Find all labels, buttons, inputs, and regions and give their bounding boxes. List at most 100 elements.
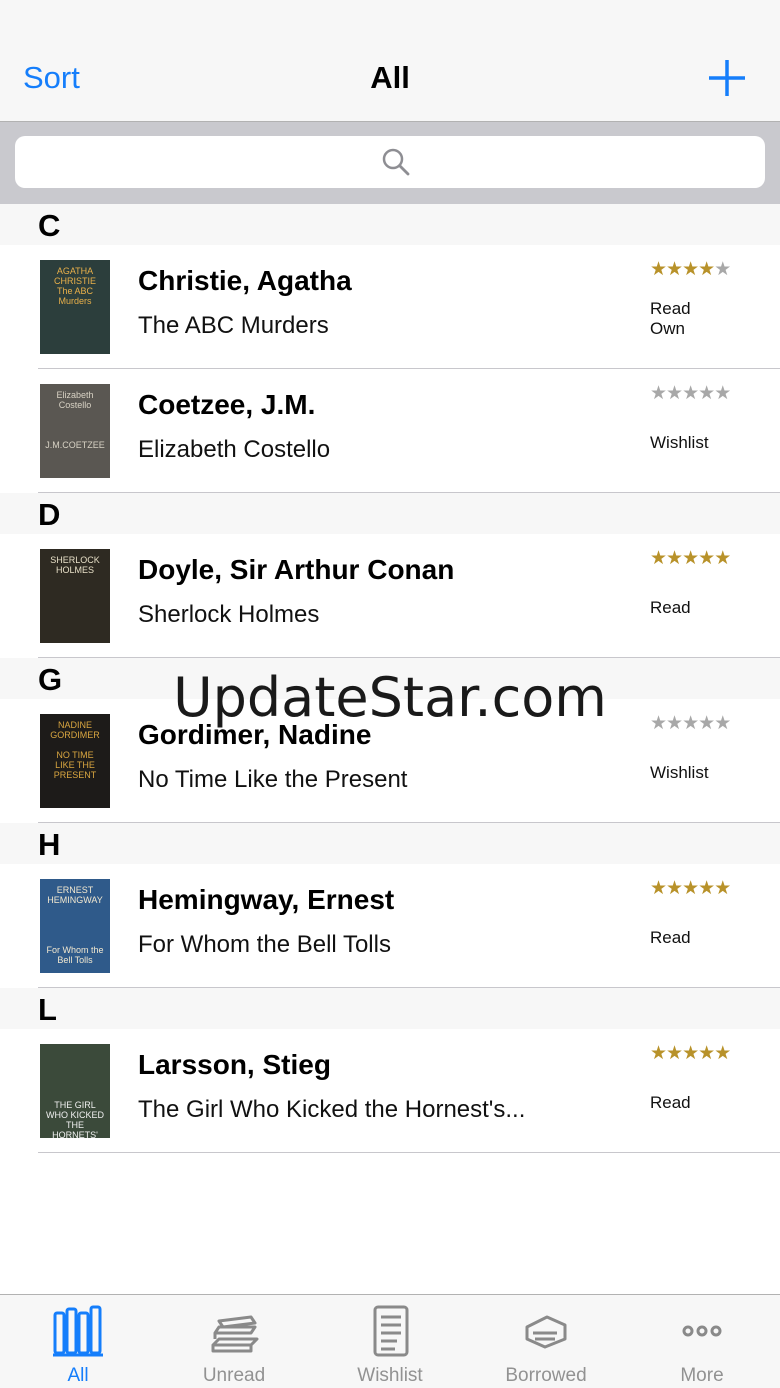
star-rating[interactable]: ★★★★★ bbox=[650, 1042, 731, 1065]
star-icon: ★ bbox=[698, 878, 715, 899]
star-icon: ★ bbox=[682, 878, 699, 899]
status-label: Read bbox=[650, 299, 691, 318]
star-icon: ★ bbox=[666, 878, 683, 899]
book-cover-image: AGATHA CHRISTIE The ABC Murders bbox=[40, 260, 110, 354]
book-cover-lettering: ERNEST HEMINGWAY For Whom the Bell Tolls bbox=[46, 885, 104, 965]
star-icon: ★ bbox=[698, 383, 715, 404]
section-header: L bbox=[0, 988, 780, 1029]
book-title: Elizabeth Costello bbox=[138, 436, 331, 463]
book-row[interactable]: Elizabeth Costello J.M.COETZEE Coetzee, J… bbox=[0, 369, 780, 493]
tab-wishlist[interactable]: Wishlist bbox=[312, 1295, 468, 1388]
section-letter: C bbox=[38, 208, 61, 243]
tab-unread[interactable]: Unread bbox=[156, 1295, 312, 1388]
status-label: Wishlist bbox=[650, 433, 709, 452]
star-icon: ★ bbox=[650, 383, 667, 404]
book-author: Christie, Agatha bbox=[138, 265, 352, 296]
book-row[interactable]: SHERLOCK HOLMES Doyle, Sir Arthur Conan Sh… bbox=[0, 534, 780, 658]
book-cover-image: SHERLOCK HOLMES bbox=[40, 549, 110, 643]
star-icon: ★ bbox=[682, 1043, 699, 1064]
star-icon: ★ bbox=[714, 878, 731, 899]
book-title: No Time Like the Present bbox=[138, 766, 408, 793]
star-rating[interactable]: ★★★★★ bbox=[650, 877, 731, 900]
book-cover-image: Elizabeth Costello J.M.COETZEE bbox=[40, 384, 110, 478]
book-stack-icon bbox=[211, 1315, 259, 1353]
star-icon: ★ bbox=[666, 548, 683, 569]
star-icon: ★ bbox=[666, 259, 683, 280]
navigation-bar: Sort All bbox=[0, 0, 780, 122]
tab-label: Unread bbox=[202, 1365, 266, 1386]
star-icon: ★ bbox=[650, 878, 667, 899]
star-icon: ★ bbox=[698, 548, 715, 569]
book-cover-lettering: Elizabeth Costello J.M.COETZEE bbox=[45, 390, 105, 450]
checklist-icon bbox=[373, 1305, 409, 1357]
star-rating[interactable]: ★★★★★ bbox=[650, 382, 731, 405]
book-row[interactable]: THE GIRL WHO KICKED THE HORNETS' NEST ST… bbox=[0, 1029, 780, 1153]
books-shelf-icon bbox=[53, 1305, 103, 1357]
hand-book-icon bbox=[525, 1315, 567, 1349]
status-label: Wishlist bbox=[650, 763, 709, 782]
plus-icon[interactable] bbox=[707, 58, 747, 98]
star-icon: ★ bbox=[666, 383, 683, 404]
book-cover-image: ERNEST HEMINGWAY For Whom the Bell Tolls bbox=[40, 879, 110, 973]
book-author: Larsson, Stieg bbox=[138, 1049, 331, 1080]
book-status: Wishlist bbox=[650, 763, 709, 783]
star-icon: ★ bbox=[714, 383, 731, 404]
star-icon: ★ bbox=[650, 259, 667, 280]
book-row[interactable]: ERNEST HEMINGWAY For Whom the Bell Tolls… bbox=[0, 864, 780, 988]
book-title: The Girl Who Kicked the Hornest's... bbox=[138, 1096, 526, 1123]
tab-all[interactable]: All bbox=[0, 1295, 156, 1388]
star-icon: ★ bbox=[714, 548, 731, 569]
tab-label: Borrowed bbox=[505, 1365, 587, 1386]
book-status: Read bbox=[650, 928, 691, 948]
book-cover-image: THE GIRL WHO KICKED THE HORNETS' NEST ST… bbox=[40, 1044, 110, 1138]
book-status: Wishlist bbox=[650, 433, 709, 453]
tab-label: All bbox=[67, 1365, 89, 1386]
book-cover-lettering: NADINE GORDIMER NO TIME LIKE THE PRESENT bbox=[50, 720, 100, 780]
section-letter: L bbox=[38, 992, 57, 1027]
status-label: Own bbox=[650, 319, 685, 338]
page-title: All bbox=[370, 60, 410, 95]
book-author: Coetzee, J.M. bbox=[138, 389, 316, 420]
star-icon: ★ bbox=[682, 259, 699, 280]
book-row[interactable]: AGATHA CHRISTIE The ABC Murders Christie,… bbox=[0, 245, 780, 369]
search-input[interactable] bbox=[15, 136, 765, 188]
tab-label: Wishlist bbox=[357, 1365, 423, 1386]
section-letter: D bbox=[38, 497, 61, 532]
book-title: Sherlock Holmes bbox=[138, 601, 320, 628]
status-label: Read bbox=[650, 928, 691, 947]
tab-label: More bbox=[680, 1365, 724, 1386]
star-icon: ★ bbox=[698, 259, 715, 280]
star-icon: ★ bbox=[714, 1043, 731, 1064]
search-icon bbox=[382, 148, 410, 176]
tab-more[interactable]: More bbox=[624, 1295, 780, 1388]
star-icon: ★ bbox=[714, 259, 731, 280]
star-rating[interactable]: ★★★★★ bbox=[650, 547, 731, 570]
book-author: Hemingway, Ernest bbox=[138, 884, 395, 915]
book-cover-lettering: THE GIRL WHO KICKED THE HORNETS' NEST ST… bbox=[45, 1100, 104, 1138]
star-icon: ★ bbox=[650, 548, 667, 569]
tab-bar: All Unread Wishlist Borrowed More bbox=[0, 1294, 780, 1388]
tab-borrowed[interactable]: Borrowed bbox=[468, 1295, 624, 1388]
section-header: H bbox=[0, 823, 780, 864]
star-rating[interactable]: ★★★★★ bbox=[650, 258, 731, 281]
section-header: C bbox=[0, 204, 780, 245]
star-icon: ★ bbox=[698, 1043, 715, 1064]
star-icon: ★ bbox=[682, 548, 699, 569]
star-icon: ★ bbox=[650, 1043, 667, 1064]
book-author: Doyle, Sir Arthur Conan bbox=[138, 554, 455, 585]
star-icon: ★ bbox=[682, 383, 699, 404]
book-status: Read Own bbox=[650, 299, 691, 339]
more-dots-icon bbox=[682, 1325, 722, 1337]
book-title: For Whom the Bell Tolls bbox=[138, 931, 391, 958]
book-cover-lettering: AGATHA CHRISTIE The ABC Murders bbox=[53, 266, 96, 306]
book-title: The ABC Murders bbox=[138, 312, 329, 339]
book-status: Read bbox=[650, 598, 691, 618]
book-cover-lettering: SHERLOCK HOLMES bbox=[50, 555, 100, 575]
search-bar bbox=[0, 122, 780, 204]
section-header: D bbox=[0, 493, 780, 534]
book-status: Read bbox=[650, 1093, 691, 1113]
watermark-text: UpdateStar.com bbox=[173, 666, 607, 729]
status-label: Read bbox=[650, 598, 691, 617]
star-icon: ★ bbox=[666, 1043, 683, 1064]
row-separator bbox=[38, 1152, 780, 1153]
